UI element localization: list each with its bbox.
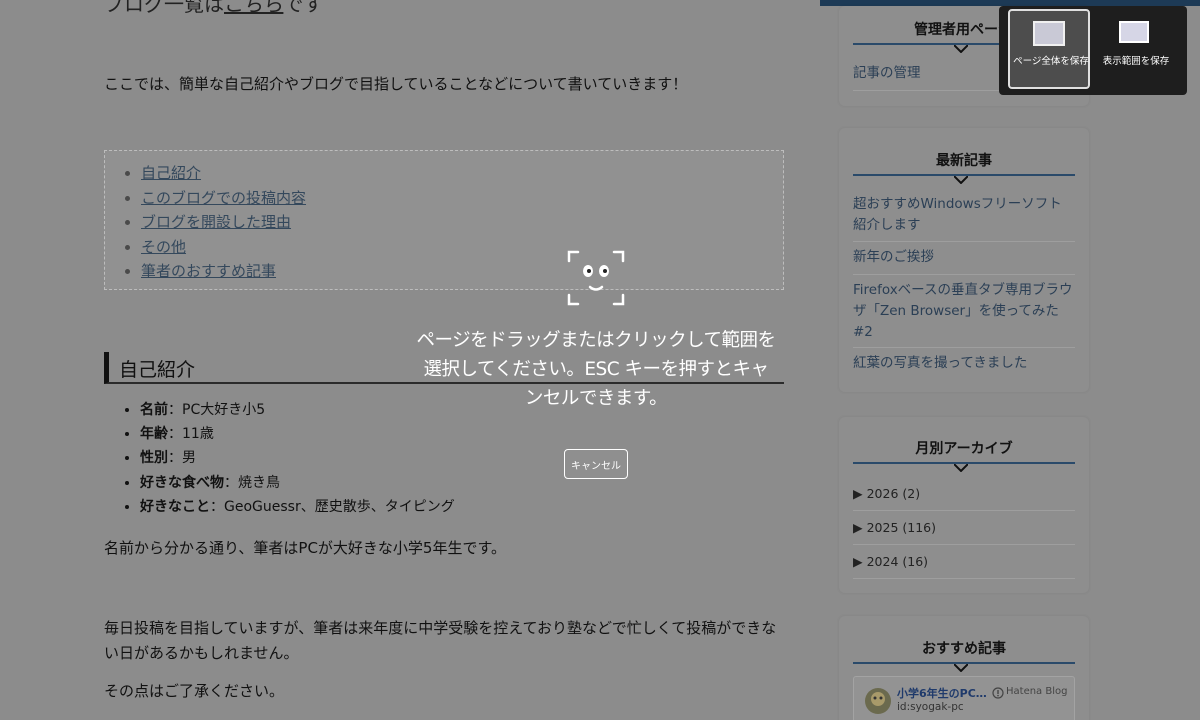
blog-list-line: ブログ一覧はこちらです [104, 0, 323, 17]
profile-item: 好きなこと：GeoGuessr、歴史散歩、タイピング [140, 495, 784, 519]
blog-card-id: id:syogak-pc [897, 701, 964, 713]
toc-item[interactable]: 筆者のおすすめ記事 [141, 259, 783, 284]
divider [853, 578, 1075, 579]
blog-list-link[interactable]: こちら [224, 0, 283, 16]
table-of-contents: 自己紹介 このブログでの投稿内容 ブログを開設した理由 その他 筆者のおすすめ記… [104, 150, 784, 290]
hatena-logo-icon [992, 687, 1004, 699]
section-heading-text: 自己紹介 [119, 359, 196, 381]
recent-widget-title: 最新記事 [936, 153, 992, 169]
screenshot-instruction: ページをドラッグまたはクリックして範囲を選択してください。ESC キーを押すとキ… [416, 330, 776, 409]
chevron-down-icon [954, 176, 968, 184]
intro-paragraph: ここでは、簡単な自己紹介やブログで目指していることなどについて書いていきます！ [104, 75, 688, 93]
recent-item[interactable]: Firefoxベースの垂直タブ専用ブラウザ「Zen Browser」を使ってみた… [853, 280, 1075, 343]
blog-card[interactable]: 小学6年生のPC… id:syogak-pc Hatena Blog [853, 676, 1075, 720]
divider [853, 544, 1075, 545]
save-visible-label: 表示範囲を保存 [1102, 56, 1170, 67]
chevron-down-icon [954, 464, 968, 472]
divider [853, 510, 1075, 511]
archive-item-2026[interactable]: ▶ 2026 (2) [853, 486, 920, 501]
profile-item: 性別：男 [140, 446, 784, 470]
toc-item[interactable]: その他 [141, 235, 783, 260]
paragraph-2: 毎日投稿を目指していますが、筆者は来年度に中学受験を控えており塾などで忙しくて投… [104, 619, 777, 662]
archive-widget-title: 月別アーカイブ [915, 441, 1013, 457]
recent-widget: 最新記事 超おすすめWindowsフリーソフト紹介します 新年のご挨拶 Fire… [839, 128, 1089, 392]
toc-item[interactable]: ブログを開設した理由 [141, 210, 783, 235]
divider [853, 274, 1075, 275]
profile-item: 好きな食べ物：焼き鳥 [140, 471, 784, 495]
toc-item[interactable]: 自己紹介 [141, 161, 783, 186]
recent-item[interactable]: 紅葉の写真を撮ってきました [853, 353, 1075, 374]
blog-card-source: Hatena Blog [1006, 686, 1068, 697]
paragraph-1: 名前から分かる通り、筆者はPCが大好きな小学5年生です。 [104, 539, 506, 557]
profile-item: 年齢：11歳 [140, 422, 784, 446]
archive-item-2025[interactable]: ▶ 2025 (116) [853, 520, 936, 535]
divider [853, 347, 1075, 348]
save-full-page-label: ページ全体を保存 [1013, 56, 1089, 67]
blog-list-suffix: です [283, 0, 324, 16]
recommend-widget-title: おすすめ記事 [922, 641, 1006, 657]
chevron-down-icon [954, 45, 968, 53]
blog-list-prefix: ブログ一覧は [104, 0, 224, 16]
divider [853, 241, 1075, 242]
blog-card-title: 小学6年生のPC… [897, 687, 987, 700]
screenshot-face-icon [567, 250, 625, 306]
recent-item[interactable]: 超おすすめWindowsフリーソフト紹介します [853, 194, 1075, 236]
save-visible-button[interactable]: 表示範囲を保存 [1095, 9, 1177, 89]
toc-item[interactable]: このブログでの投稿内容 [141, 186, 783, 211]
recommend-widget: おすすめ記事 小学6年生のPC… id:syogak-pc Hatena Blo… [839, 616, 1089, 720]
cancel-button[interactable]: キャンセル [564, 449, 628, 479]
save-full-page-button[interactable]: ページ全体を保存 [1008, 9, 1090, 89]
avatar [865, 688, 891, 714]
screenshot-toolbar: ページ全体を保存 表示範囲を保存 [999, 6, 1187, 95]
paragraph-3: その点はご了承ください。 [104, 682, 285, 700]
visible-area-icon [1119, 21, 1149, 43]
archive-widget: 月別アーカイブ ▶ 2026 (2) ▶ 2025 (116) ▶ 2024 (… [839, 417, 1089, 593]
recent-item[interactable]: 新年のご挨拶 [853, 247, 1075, 268]
profile-list: 名前：PC大好き小5 年齢：11歳 性別：男 好きな食べ物：焼き鳥 好きなこと：… [104, 398, 784, 519]
archive-item-2024[interactable]: ▶ 2024 (16) [853, 554, 928, 569]
chevron-down-icon [954, 664, 968, 672]
full-page-icon [1033, 21, 1065, 46]
